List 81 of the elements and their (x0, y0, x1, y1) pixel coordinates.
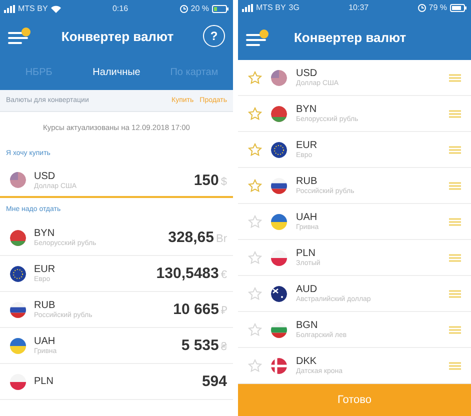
amount-value: 594 (202, 373, 227, 390)
flag-icon (271, 358, 287, 374)
battery-icon (450, 4, 467, 12)
flag-icon (271, 214, 287, 230)
star-icon[interactable] (248, 358, 262, 372)
drag-handle-icon[interactable] (449, 74, 461, 82)
drag-handle-icon[interactable] (449, 182, 461, 190)
currency-code: BYN (34, 228, 56, 239)
flag-icon (271, 286, 287, 302)
currency-symbol: ₴ (220, 341, 227, 353)
clock-time: 10:37 (348, 3, 369, 12)
amount-value: 130,5483 (156, 265, 219, 282)
star-icon[interactable] (248, 106, 262, 120)
currency-code: USD (34, 170, 56, 182)
currency-symbol: $ (220, 176, 227, 188)
flag-icon (10, 172, 26, 188)
currency-code: AUD (296, 284, 318, 295)
currency-code: RUB (34, 300, 56, 311)
currency-code: EUR (34, 264, 56, 275)
currency-symbol: ₽ (221, 304, 227, 317)
battery-percent: 20 % (190, 4, 209, 13)
drag-handle-icon[interactable] (449, 290, 461, 298)
currency-code: DKK (296, 356, 318, 367)
wifi-icon (50, 4, 61, 12)
carrier-name: MTS BY (18, 4, 48, 13)
flag-icon (10, 374, 26, 390)
help-button[interactable]: ? (203, 25, 225, 47)
battery-percent: 79 % (428, 3, 447, 12)
menu-icon (246, 28, 269, 48)
currency-code: UAH (34, 336, 56, 347)
currency-code: UAH (296, 212, 318, 223)
currency-code: EUR (296, 140, 318, 151)
carrier-name: MTS BY (256, 3, 286, 12)
star-icon[interactable] (248, 214, 262, 228)
flag-icon (271, 106, 287, 122)
tab[interactable]: Наличные (78, 55, 156, 90)
drag-handle-icon[interactable] (449, 110, 461, 118)
flag-icon (271, 322, 287, 338)
network-type: 3G (288, 3, 300, 12)
flag-icon (10, 266, 26, 282)
alarm-icon (180, 4, 188, 12)
battery-icon (212, 4, 229, 12)
star-icon[interactable] (248, 286, 262, 300)
signal-icon (4, 4, 15, 12)
flag-icon (271, 178, 287, 194)
star-icon[interactable] (248, 70, 262, 84)
clock-time: 0:16 (112, 4, 128, 13)
amount-value: 5 535 (181, 337, 219, 354)
currency-row[interactable]: PLN 594 (0, 364, 233, 400)
drag-handle-icon[interactable] (449, 326, 461, 334)
star-icon[interactable] (248, 178, 262, 192)
menu-button[interactable] (8, 25, 32, 47)
star-icon[interactable] (248, 250, 262, 264)
currency-code: RUB (296, 176, 318, 187)
menu-icon (8, 26, 31, 46)
flag-icon (271, 142, 287, 158)
flag-icon (271, 250, 287, 266)
currency-code: USD (296, 68, 318, 79)
screen-title: Конвертер валют (293, 30, 408, 45)
flag-icon (10, 338, 26, 354)
currency-code: PLN (296, 248, 316, 259)
flag-icon (10, 230, 26, 246)
star-icon[interactable] (248, 142, 262, 156)
alarm-icon (418, 4, 426, 12)
menu-button[interactable] (246, 26, 270, 48)
currency-code: BYN (296, 104, 318, 115)
currency-symbol: € (220, 269, 227, 281)
amount-value: 150 (194, 172, 219, 188)
star-icon[interactable] (248, 322, 262, 336)
screen-title: Конвертер валют (60, 28, 175, 44)
drag-handle-icon[interactable] (449, 218, 461, 226)
amount-value: 10 665 (173, 301, 219, 318)
currency-code: PLN (34, 376, 54, 387)
drag-handle-icon[interactable] (449, 254, 461, 262)
drag-handle-icon[interactable] (449, 146, 461, 154)
signal-icon (242, 4, 253, 12)
flag-icon (10, 302, 26, 318)
drag-handle-icon[interactable] (449, 362, 461, 370)
flag-icon (271, 70, 287, 86)
amount-value: 328,65 (168, 229, 214, 246)
currency-code: BGN (296, 320, 319, 331)
